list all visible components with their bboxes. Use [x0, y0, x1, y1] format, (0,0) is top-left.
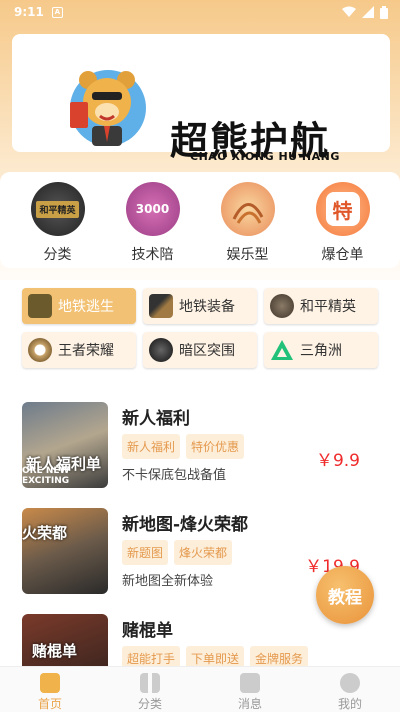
list-item[interactable]: 新人福利单 ORE NEW EXCITING 新人福利 新人福利 特价优惠 不卡…: [22, 402, 382, 488]
item-description: 新地图全新体验: [122, 574, 214, 589]
game-tag-wangzhe-rongyao[interactable]: 王者荣耀: [22, 332, 136, 368]
category-row: 和平精英 分类 3000 技术陪 娱乐型 特 爆仓单: [0, 172, 400, 268]
grid-icon: [140, 673, 160, 693]
thumbnail-caption: 火荣都: [22, 524, 68, 542]
item-tag: 特价优惠: [186, 434, 245, 459]
battery-icon: [380, 5, 388, 19]
category-item-baocang[interactable]: 特 爆仓单: [303, 172, 383, 268]
item-thumbnail: 新人福利单 ORE NEW EXCITING: [22, 402, 108, 488]
tab-category[interactable]: 分类: [100, 667, 200, 712]
rifle-icon: [149, 294, 173, 318]
game-tag-label: 王者荣耀: [58, 343, 114, 359]
tab-profile[interactable]: 我的: [300, 667, 400, 712]
item-tag: 烽火荣都: [174, 540, 233, 565]
game-tag-ditie-zhuangbei[interactable]: 地铁装备: [143, 288, 257, 324]
message-icon: [240, 673, 260, 693]
item-price: ￥9.9: [315, 451, 360, 471]
bear-mascot-icon: [70, 70, 146, 146]
home-icon: [40, 673, 60, 693]
helmet-soldier-icon: [149, 338, 173, 362]
game-tag-anqu-tuwei[interactable]: 暗区突围: [143, 332, 257, 368]
item-tags: 新题图 烽火荣都: [122, 540, 233, 565]
brand-subtitle: CHAO XIONG HU HANG: [190, 150, 340, 163]
category-label: 分类: [43, 247, 72, 263]
special-char-icon: 特: [315, 182, 370, 236]
game-tag-grid: 地铁逃生 地铁装备 和平精英 王者荣耀 暗区突围 三角洲: [0, 280, 400, 380]
honor-of-kings-icon: [28, 338, 52, 362]
item-title: 赌棍单: [122, 621, 173, 641]
tutorial-button[interactable]: 教程: [316, 566, 374, 624]
tab-home[interactable]: 首页: [0, 667, 100, 712]
badge-3000-text: 3000: [135, 202, 170, 216]
item-tag: 新人福利: [122, 434, 181, 459]
peace-elite-logo-icon: [28, 294, 52, 318]
soldier-avatar-icon: [270, 294, 294, 318]
game-tag-label: 和平精英: [300, 299, 356, 315]
thumbnail-subcaption: ORE NEW EXCITING: [22, 466, 70, 486]
thumbnail-caption: 赌棍单: [32, 642, 78, 660]
category-label: 爆仓单: [321, 247, 364, 263]
item-title: 新人福利: [122, 409, 190, 429]
signal-icon: [362, 6, 374, 18]
item-title: 新地图-烽火荣都: [122, 515, 249, 535]
status-bar: 9:11 A: [0, 0, 400, 24]
tab-label: 分类: [137, 697, 162, 711]
tab-messages[interactable]: 消息: [200, 667, 300, 712]
game-tag-sanjiaozhou[interactable]: 三角洲: [264, 332, 378, 368]
item-tag: 新题图: [122, 540, 169, 565]
item-description: 不卡保底包战备值: [122, 468, 227, 483]
game-tag-label: 地铁装备: [179, 299, 235, 315]
game-tag-label: 三角洲: [300, 343, 342, 359]
entertainment-icon: [220, 182, 275, 236]
item-tags: 新人福利 特价优惠: [122, 434, 245, 459]
triangle-logo-icon: [271, 340, 293, 360]
tab-label: 我的: [337, 697, 362, 711]
category-item-jishupei[interactable]: 3000 技术陪: [113, 172, 193, 268]
item-thumbnail: 火荣都: [22, 508, 108, 594]
category-label: 娱乐型: [226, 247, 269, 263]
brand-banner[interactable]: 超熊护航 CHAO XIONG HU HANG: [12, 34, 390, 163]
category-item-yule[interactable]: 娱乐型: [208, 172, 288, 268]
user-icon: [340, 673, 360, 693]
peace-elite-badge-icon: 和平精英: [30, 182, 85, 236]
game-tag-label: 地铁逃生: [58, 299, 114, 315]
category-label: 技术陪: [131, 247, 174, 263]
tab-label: 首页: [37, 697, 62, 711]
3000-badge-icon: 3000: [125, 182, 180, 236]
game-tag-heping-jingying[interactable]: 和平精英: [264, 288, 378, 324]
tab-label: 消息: [237, 697, 262, 711]
category-item-fenlei[interactable]: 和平精英 分类: [18, 172, 98, 268]
wifi-icon: [342, 6, 356, 17]
te-char: 特: [325, 192, 360, 226]
bottom-tab-bar: 首页 分类 消息 我的: [0, 666, 400, 712]
game-tag-label: 暗区突围: [179, 343, 235, 359]
game-tag-ditie-taosheng[interactable]: 地铁逃生: [22, 288, 136, 324]
status-time: 9:11: [14, 5, 44, 19]
leaf-swirl-icon: [232, 203, 263, 224]
notification-a-icon: A: [51, 6, 63, 18]
